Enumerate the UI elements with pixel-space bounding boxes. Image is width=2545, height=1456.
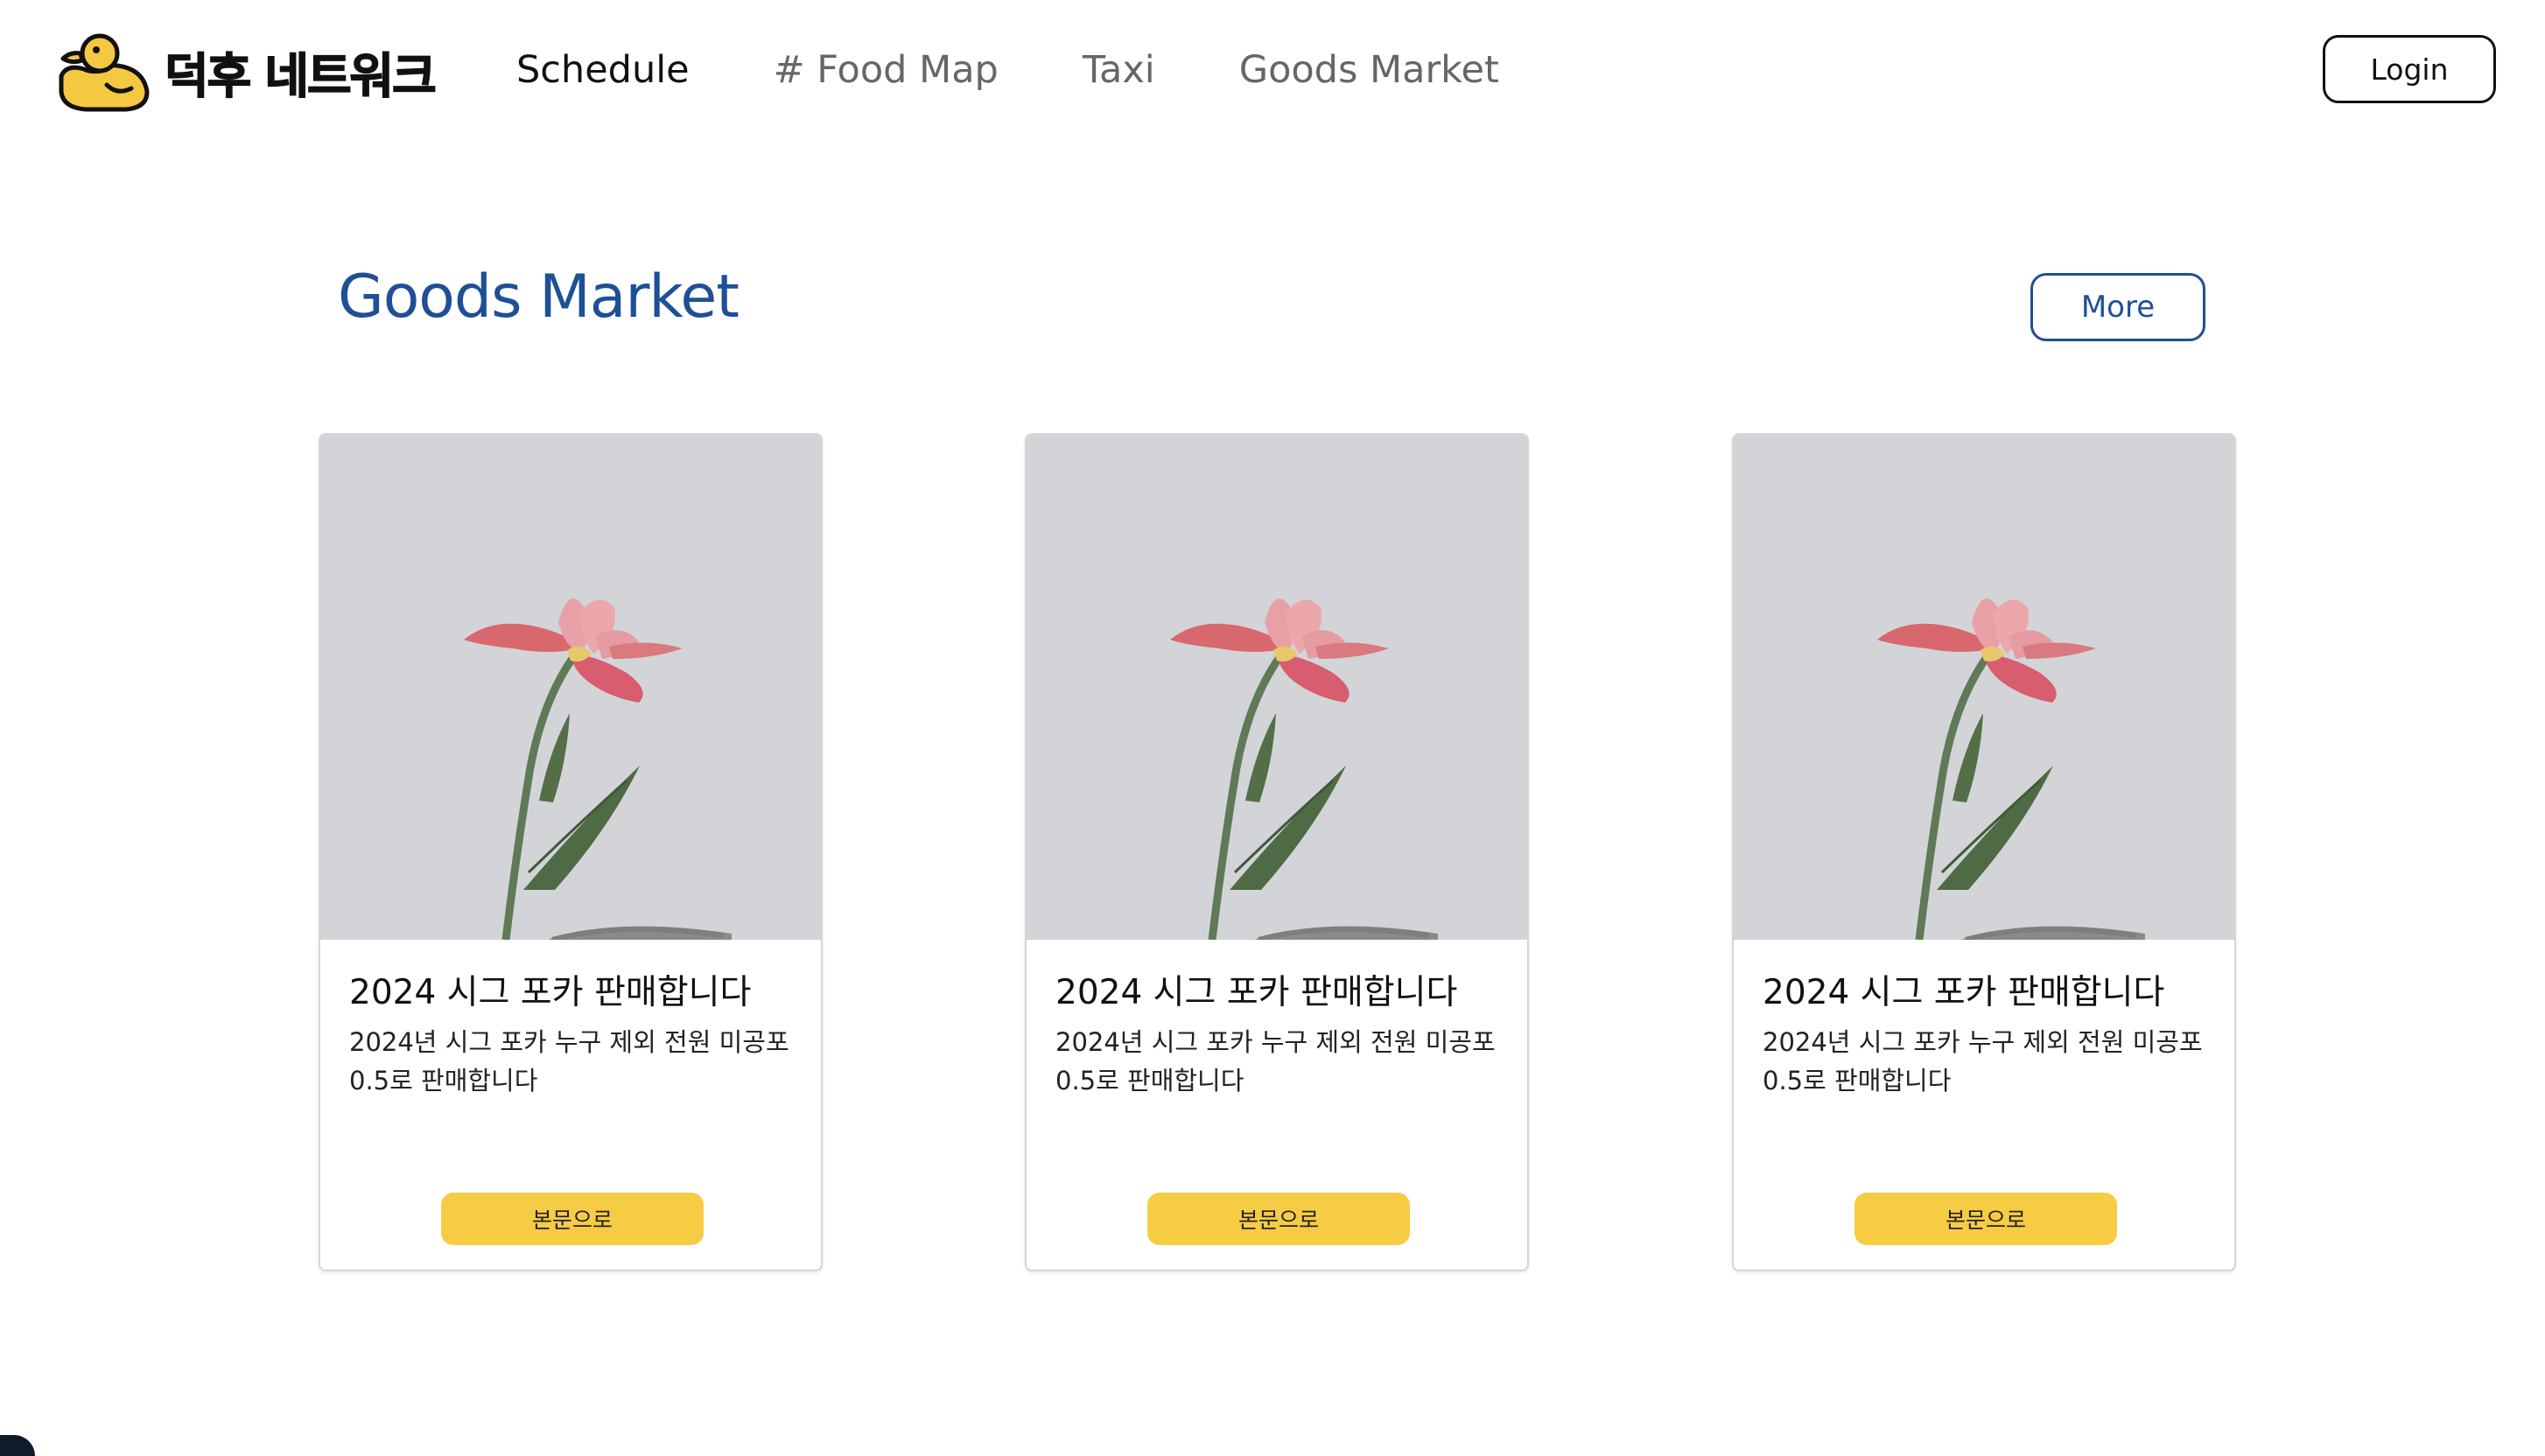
card-image: [1027, 435, 1527, 940]
section-title: Goods Market: [338, 262, 740, 332]
main-nav: Schedule # Food Map Taxi Goods Market: [516, 38, 1583, 102]
view-post-button[interactable]: 본문으로: [441, 1193, 704, 1245]
goods-card[interactable]: 2024 시그 포카 판매합니다 2024년 시그 포카 누구 제외 전원 미공…: [1025, 433, 1529, 1271]
view-post-button[interactable]: 본문으로: [1147, 1193, 1410, 1245]
nav-item-goods-market[interactable]: Goods Market: [1239, 48, 1499, 92]
logo-text: 덕후 네트워크: [164, 47, 437, 105]
nav-item-taxi[interactable]: Taxi: [1083, 48, 1155, 92]
window-corner: [0, 1435, 35, 1456]
card-title: 2024 시그 포카 판매합니다: [1055, 973, 1458, 1012]
card-description: 2024년 시그 포카 누구 제외 전원 미공포 0.5로 판매합니다: [1055, 1027, 1496, 1096]
card-title: 2024 시그 포카 판매합니다: [349, 973, 752, 1012]
card-description: 2024년 시그 포카 누구 제외 전원 미공포 0.5로 판매합니다: [349, 1027, 789, 1096]
goods-card[interactable]: 2024 시그 포카 판매합니다 2024년 시그 포카 누구 제외 전원 미공…: [1732, 433, 2236, 1271]
goods-card[interactable]: 2024 시그 포카 판매합니다 2024년 시그 포카 누구 제외 전원 미공…: [319, 433, 823, 1271]
view-post-button[interactable]: 본문으로: [1854, 1193, 2117, 1245]
card-image: [1734, 435, 2234, 940]
more-button[interactable]: More: [2030, 273, 2205, 341]
duck-logo-icon: [59, 33, 150, 112]
card-image: [320, 435, 821, 940]
nav-item-schedule[interactable]: Schedule: [516, 48, 690, 92]
nav-item-food-map[interactable]: # Food Map: [774, 48, 999, 92]
top-navigation-bar: 덕후 네트워크 Schedule # Food Map Taxi Goods M…: [0, 0, 2545, 140]
card-description: 2024년 시그 포카 누구 제외 전원 미공포 0.5로 판매합니다: [1763, 1027, 2203, 1096]
site-logo[interactable]: 덕후 네트워크: [56, 30, 437, 114]
card-title: 2024 시그 포카 판매합니다: [1763, 973, 2165, 1012]
login-button[interactable]: Login: [2323, 35, 2496, 103]
